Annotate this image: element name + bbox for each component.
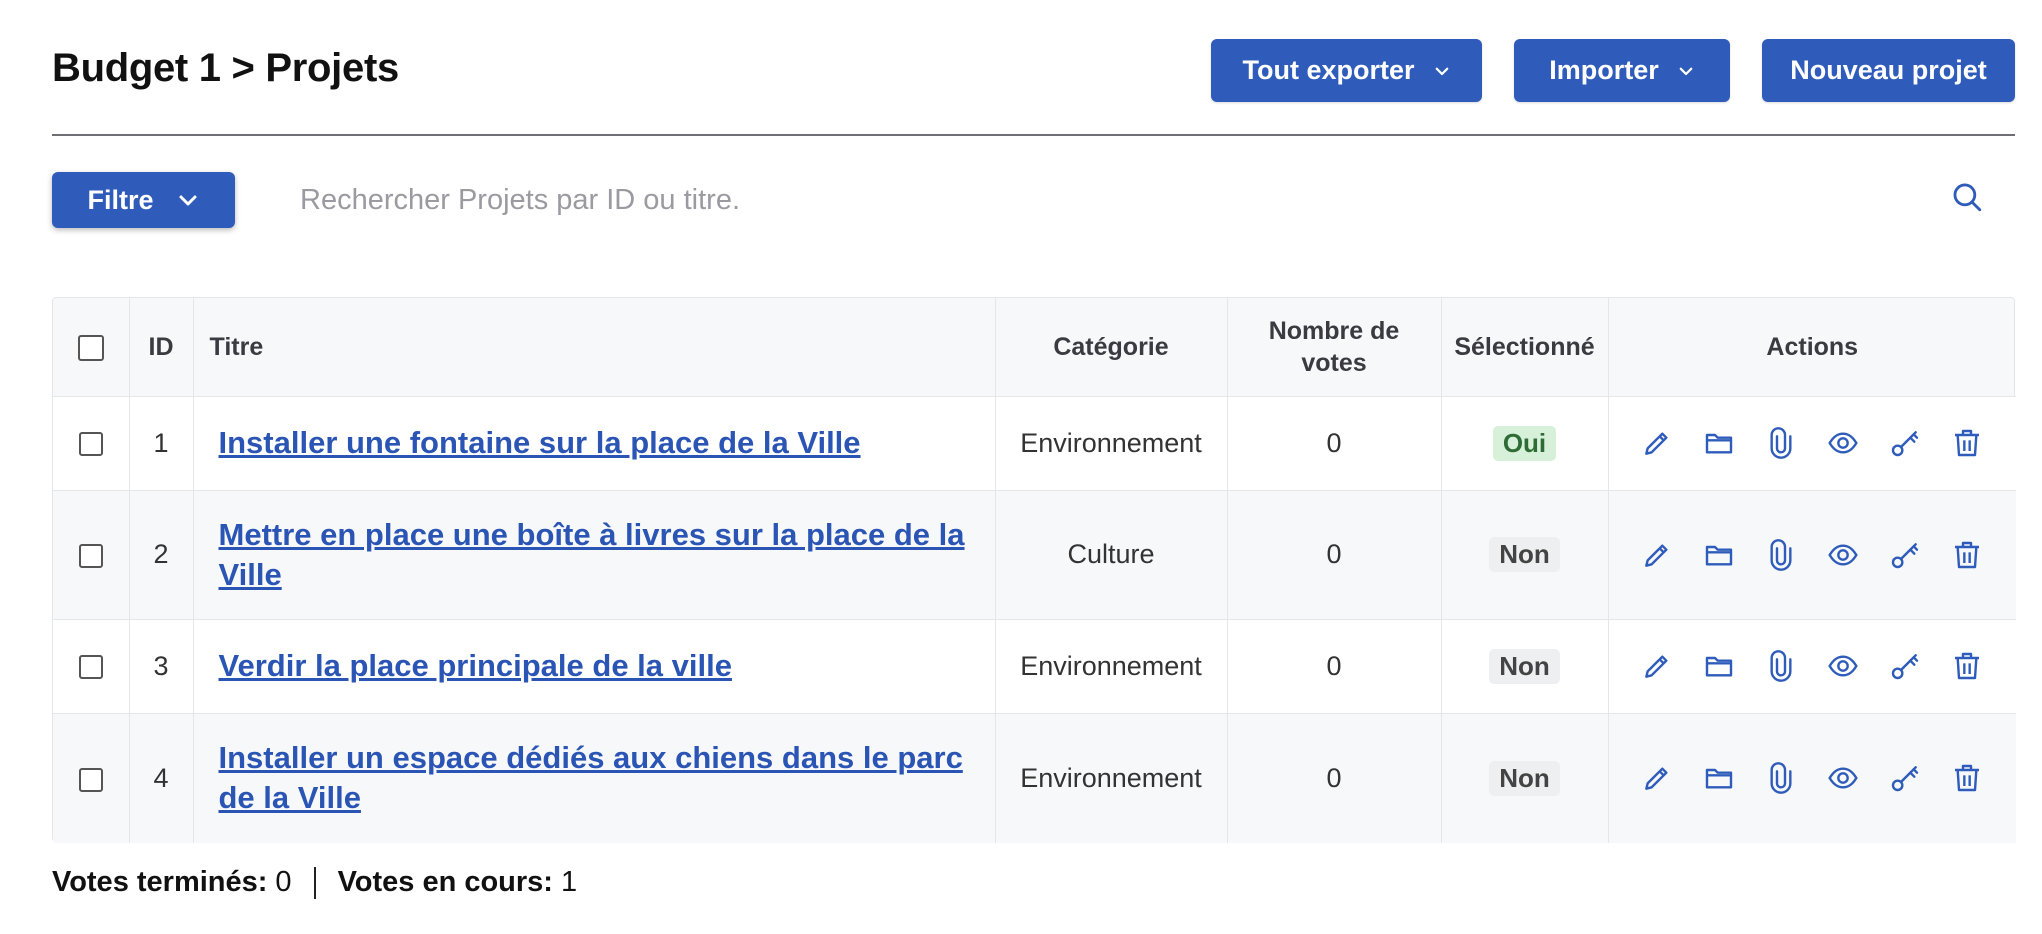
project-title-link[interactable]: Mettre en place une boîte à livres sur l… (219, 517, 965, 592)
finished-votes-value: 0 (275, 866, 292, 898)
votes-summary: Votes terminés: 0 Votes en cours: 1 (52, 866, 577, 899)
column-header-category[interactable]: Catégorie (995, 298, 1228, 397)
selected-badge: Non (1489, 537, 1560, 572)
import-button[interactable]: Importer (1514, 39, 1730, 102)
pencil-icon[interactable] (1641, 650, 1673, 682)
row-actions (1609, 762, 2017, 795)
eye-icon[interactable] (1827, 539, 1859, 571)
selected-badge: Non (1489, 648, 1560, 684)
header-divider (52, 134, 2015, 136)
page-title: Budget 1 > Projets (52, 46, 399, 90)
selected-badge: Non (1489, 760, 1560, 796)
select-all-checkbox[interactable] (77, 335, 104, 362)
pencil-icon[interactable] (1641, 762, 1673, 794)
eye-icon[interactable] (1827, 650, 1859, 682)
row-checkbox[interactable] (78, 767, 103, 792)
paperclip-icon[interactable] (1765, 427, 1797, 459)
row-id: 2 (129, 490, 194, 620)
row-votes: 0 (1227, 490, 1442, 620)
folder-icon[interactable] (1703, 650, 1735, 682)
chevron-down-icon (179, 195, 196, 206)
row-category: Culture (995, 490, 1228, 620)
row-votes: 0 (1227, 396, 1442, 491)
table-header-row: ID Titre Catégorie Nombre de votes Sélec… (53, 298, 2016, 397)
trash-icon[interactable] (1951, 427, 1983, 459)
project-title-link[interactable]: Installer une fontaine sur la place de l… (219, 425, 861, 460)
folder-icon[interactable] (1703, 539, 1735, 571)
table-row: 3 Verdir la place principale de la ville… (53, 619, 2017, 714)
row-actions (1609, 650, 2017, 682)
search-icon[interactable] (1950, 180, 1984, 214)
ongoing-votes-value: 1 (560, 866, 578, 898)
row-checkbox[interactable] (78, 543, 103, 568)
trash-icon[interactable] (1951, 539, 1983, 571)
paperclip-icon[interactable] (1765, 762, 1797, 795)
row-checkbox[interactable] (78, 432, 103, 457)
table-row: 2 Mettre en place une boîte à livres sur… (53, 490, 2017, 620)
projects-table: ID Titre Catégorie Nombre de votes Sélec… (52, 297, 2017, 843)
row-category: Environnement (995, 713, 1228, 843)
new-project-button[interactable]: Nouveau projet (1762, 39, 2015, 102)
footer-separator (313, 866, 316, 899)
paperclip-icon[interactable] (1765, 650, 1797, 682)
trash-icon[interactable] (1951, 762, 1983, 794)
row-id: 1 (129, 396, 194, 491)
trash-icon[interactable] (1951, 650, 1983, 682)
row-votes: 0 (1227, 619, 1442, 714)
folder-icon[interactable] (1703, 427, 1735, 459)
row-category: Environnement (995, 619, 1228, 714)
table-row: 4 Installer un espace dédiés aux chiens … (53, 713, 2016, 843)
export-all-label: Tout exporter (1242, 55, 1415, 85)
selected-badge: Oui (1492, 425, 1557, 461)
folder-icon[interactable] (1703, 762, 1735, 794)
row-actions (1609, 427, 2017, 459)
chevron-down-icon (1679, 67, 1693, 75)
ongoing-votes-label: Votes en cours: (337, 866, 553, 898)
column-header-actions: Actions (1608, 298, 2016, 397)
finished-votes-label: Votes terminés: (52, 866, 268, 898)
column-header-title[interactable]: Titre (193, 298, 996, 397)
column-header-votes-label: Nombre de votes (1268, 316, 1400, 377)
row-votes: 0 (1227, 713, 1442, 843)
filter-label: Filtre (87, 184, 154, 215)
import-label: Importer (1549, 55, 1659, 85)
row-checkbox[interactable] (78, 655, 103, 680)
project-title-link[interactable]: Verdir la place principale de la ville (219, 648, 732, 683)
pencil-icon[interactable] (1641, 427, 1673, 459)
pencil-icon[interactable] (1641, 539, 1673, 571)
filter-button[interactable]: Filtre (52, 172, 235, 228)
row-actions (1609, 538, 2017, 571)
key-icon[interactable] (1889, 650, 1921, 682)
select-all-cell (53, 298, 130, 397)
row-id: 4 (129, 713, 194, 843)
project-title-link[interactable]: Installer un espace dédiés aux chiens da… (219, 740, 963, 815)
key-icon[interactable] (1889, 427, 1921, 459)
key-icon[interactable] (1889, 762, 1921, 794)
chevron-down-icon (1435, 67, 1448, 75)
column-header-votes[interactable]: Nombre de votes (1227, 298, 1442, 397)
eye-icon[interactable] (1827, 427, 1859, 459)
row-category: Environnement (995, 396, 1228, 491)
eye-icon[interactable] (1827, 762, 1859, 794)
column-header-id[interactable]: ID (129, 298, 194, 397)
row-id: 3 (129, 619, 194, 714)
column-header-selected[interactable]: Sélectionné (1441, 298, 1609, 397)
table-row: 1 Installer une fontaine sur la place de… (53, 396, 2017, 491)
search-input[interactable] (300, 172, 1940, 228)
key-icon[interactable] (1889, 539, 1921, 571)
paperclip-icon[interactable] (1765, 538, 1797, 571)
export-all-button[interactable]: Tout exporter (1211, 39, 1482, 102)
